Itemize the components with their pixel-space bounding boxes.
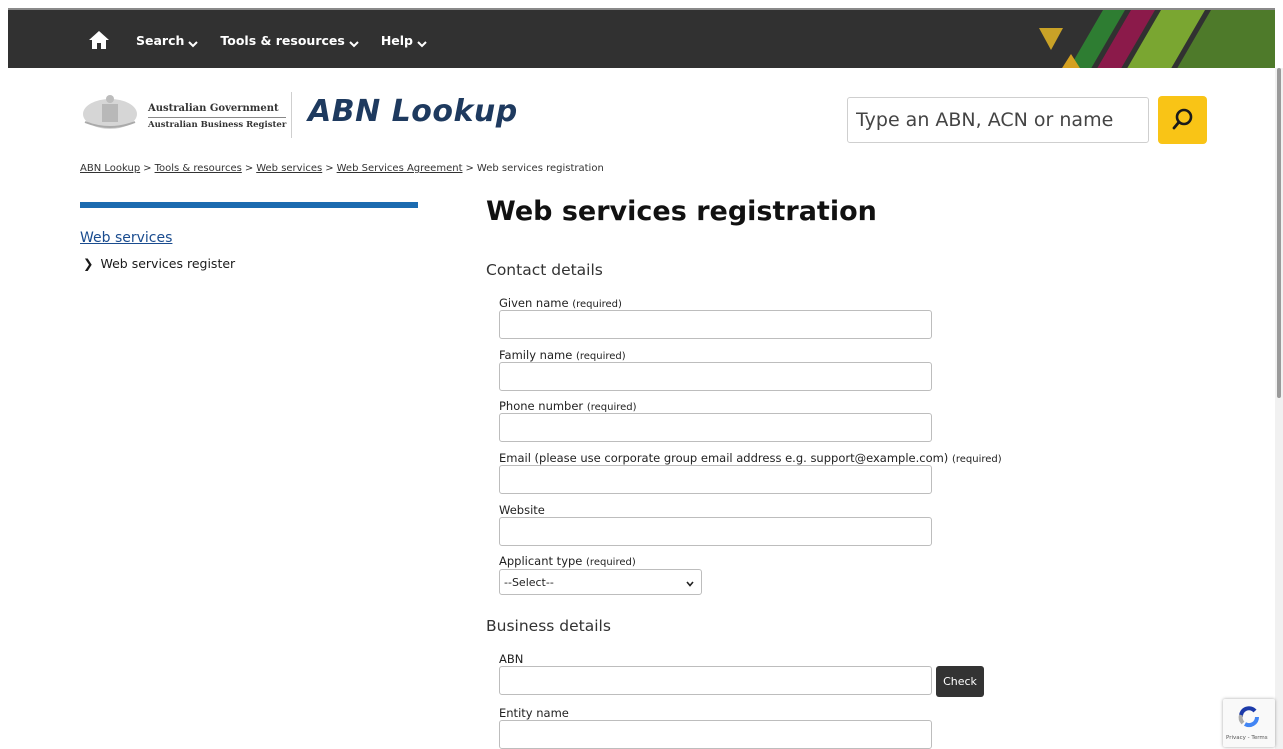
phone-number-input[interactable] (499, 413, 932, 442)
site-header: Australian Government Australian Busines… (80, 90, 1210, 146)
given-name-label: Given name (required) (499, 296, 622, 310)
site-title[interactable]: ABN Lookup (308, 94, 518, 129)
required-marker: (required) (586, 557, 636, 568)
sidebar-item-label: Web services register (100, 256, 236, 271)
required-marker: (required) (951, 454, 1002, 465)
recaptcha-badge[interactable]: Privacy - Terms (1223, 699, 1275, 747)
abn-label: ABN (499, 652, 524, 666)
email-label: Email (please use corporate group email … (499, 451, 1002, 465)
gov-line-1: Australian Government (148, 101, 287, 118)
contact-details-heading: Contact details (486, 261, 603, 279)
breadcrumb-separator: > (465, 163, 474, 174)
recaptcha-icon (1238, 706, 1260, 728)
given-name-input[interactable] (499, 310, 932, 339)
sidebar-title-link[interactable]: Web services (80, 230, 172, 246)
check-button[interactable]: Check (936, 666, 984, 697)
search-input[interactable] (847, 97, 1149, 143)
required-marker: (required) (572, 299, 622, 310)
page-title: Web services registration (486, 196, 877, 227)
family-name-input[interactable] (499, 362, 932, 391)
website-input[interactable] (499, 517, 932, 546)
breadcrumb-web-services-agreement[interactable]: Web Services Agreement (337, 163, 463, 174)
decorative-stripes (1039, 10, 1275, 68)
chevron-down-icon (349, 36, 359, 48)
scrollbar-thumb[interactable] (1277, 68, 1281, 398)
applicant-type-select[interactable]: --Select-- (499, 569, 702, 595)
header-divider (291, 92, 292, 138)
select-value: --Select-- (504, 575, 554, 589)
label-text: Given name (499, 296, 569, 310)
breadcrumb-separator: > (244, 163, 254, 174)
gov-line-2: Australian Business Register (148, 120, 287, 130)
government-branding: Australian Government Australian Busines… (148, 101, 287, 133)
breadcrumb-web-services[interactable]: Web services (256, 163, 322, 174)
sidebar-accent-bar (80, 202, 418, 208)
search-icon (1171, 107, 1195, 134)
chevron-down-icon (686, 578, 694, 587)
recaptcha-privacy-terms[interactable]: Privacy - Terms (1226, 735, 1268, 741)
main-nav: Search Tools & resources Help (88, 10, 449, 68)
applicant-type-label: Applicant type (required) (499, 554, 636, 568)
phone-number-label: Phone number (required) (499, 399, 637, 413)
breadcrumb-current: Web services registration (476, 163, 604, 174)
email-input[interactable] (499, 465, 932, 494)
chevron-down-icon (188, 36, 199, 48)
breadcrumb-abn-lookup[interactable]: ABN Lookup (80, 163, 140, 174)
breadcrumb-tools-resources[interactable]: Tools & resources (155, 163, 242, 174)
label-text: Family name (499, 348, 573, 362)
search-button[interactable] (1158, 96, 1207, 144)
label-text: Email (please use corporate group email … (499, 451, 949, 465)
chevron-right-icon: ❯ (83, 256, 94, 271)
family-name-label: Family name (required) (499, 348, 626, 362)
nav-help[interactable]: Help (381, 33, 427, 48)
coat-of-arms-logo (83, 95, 137, 129)
chevron-down-icon (417, 36, 427, 48)
top-nav-bar: Search Tools & resources Help (8, 8, 1275, 68)
required-marker: (required) (575, 351, 626, 362)
website-label: Website (499, 503, 545, 517)
nav-tools-resources[interactable]: Tools & resources (220, 32, 359, 48)
required-marker: (required) (586, 402, 637, 413)
business-details-heading: Business details (486, 617, 611, 635)
breadcrumb: ABN Lookup > Tools & resources > Web service… (80, 163, 604, 174)
breadcrumb-separator: > (325, 163, 334, 174)
nav-search[interactable]: Search (136, 32, 199, 48)
label-text: Applicant type (499, 554, 583, 568)
breadcrumb-separator: > (143, 163, 152, 174)
sidebar-item-web-services-register[interactable]: ❯ Web services register (83, 256, 235, 271)
nav-help-label: Help (380, 32, 413, 48)
home-icon[interactable] (88, 30, 110, 50)
entity-name-input[interactable] (499, 720, 932, 749)
nav-tools-label: Tools & resources (220, 32, 345, 48)
label-text: Phone number (499, 399, 584, 413)
entity-name-label: Entity name (499, 706, 569, 720)
abn-input[interactable] (499, 666, 932, 695)
page-scrollbar[interactable] (1275, 68, 1283, 749)
nav-search-label: Search (136, 32, 185, 48)
